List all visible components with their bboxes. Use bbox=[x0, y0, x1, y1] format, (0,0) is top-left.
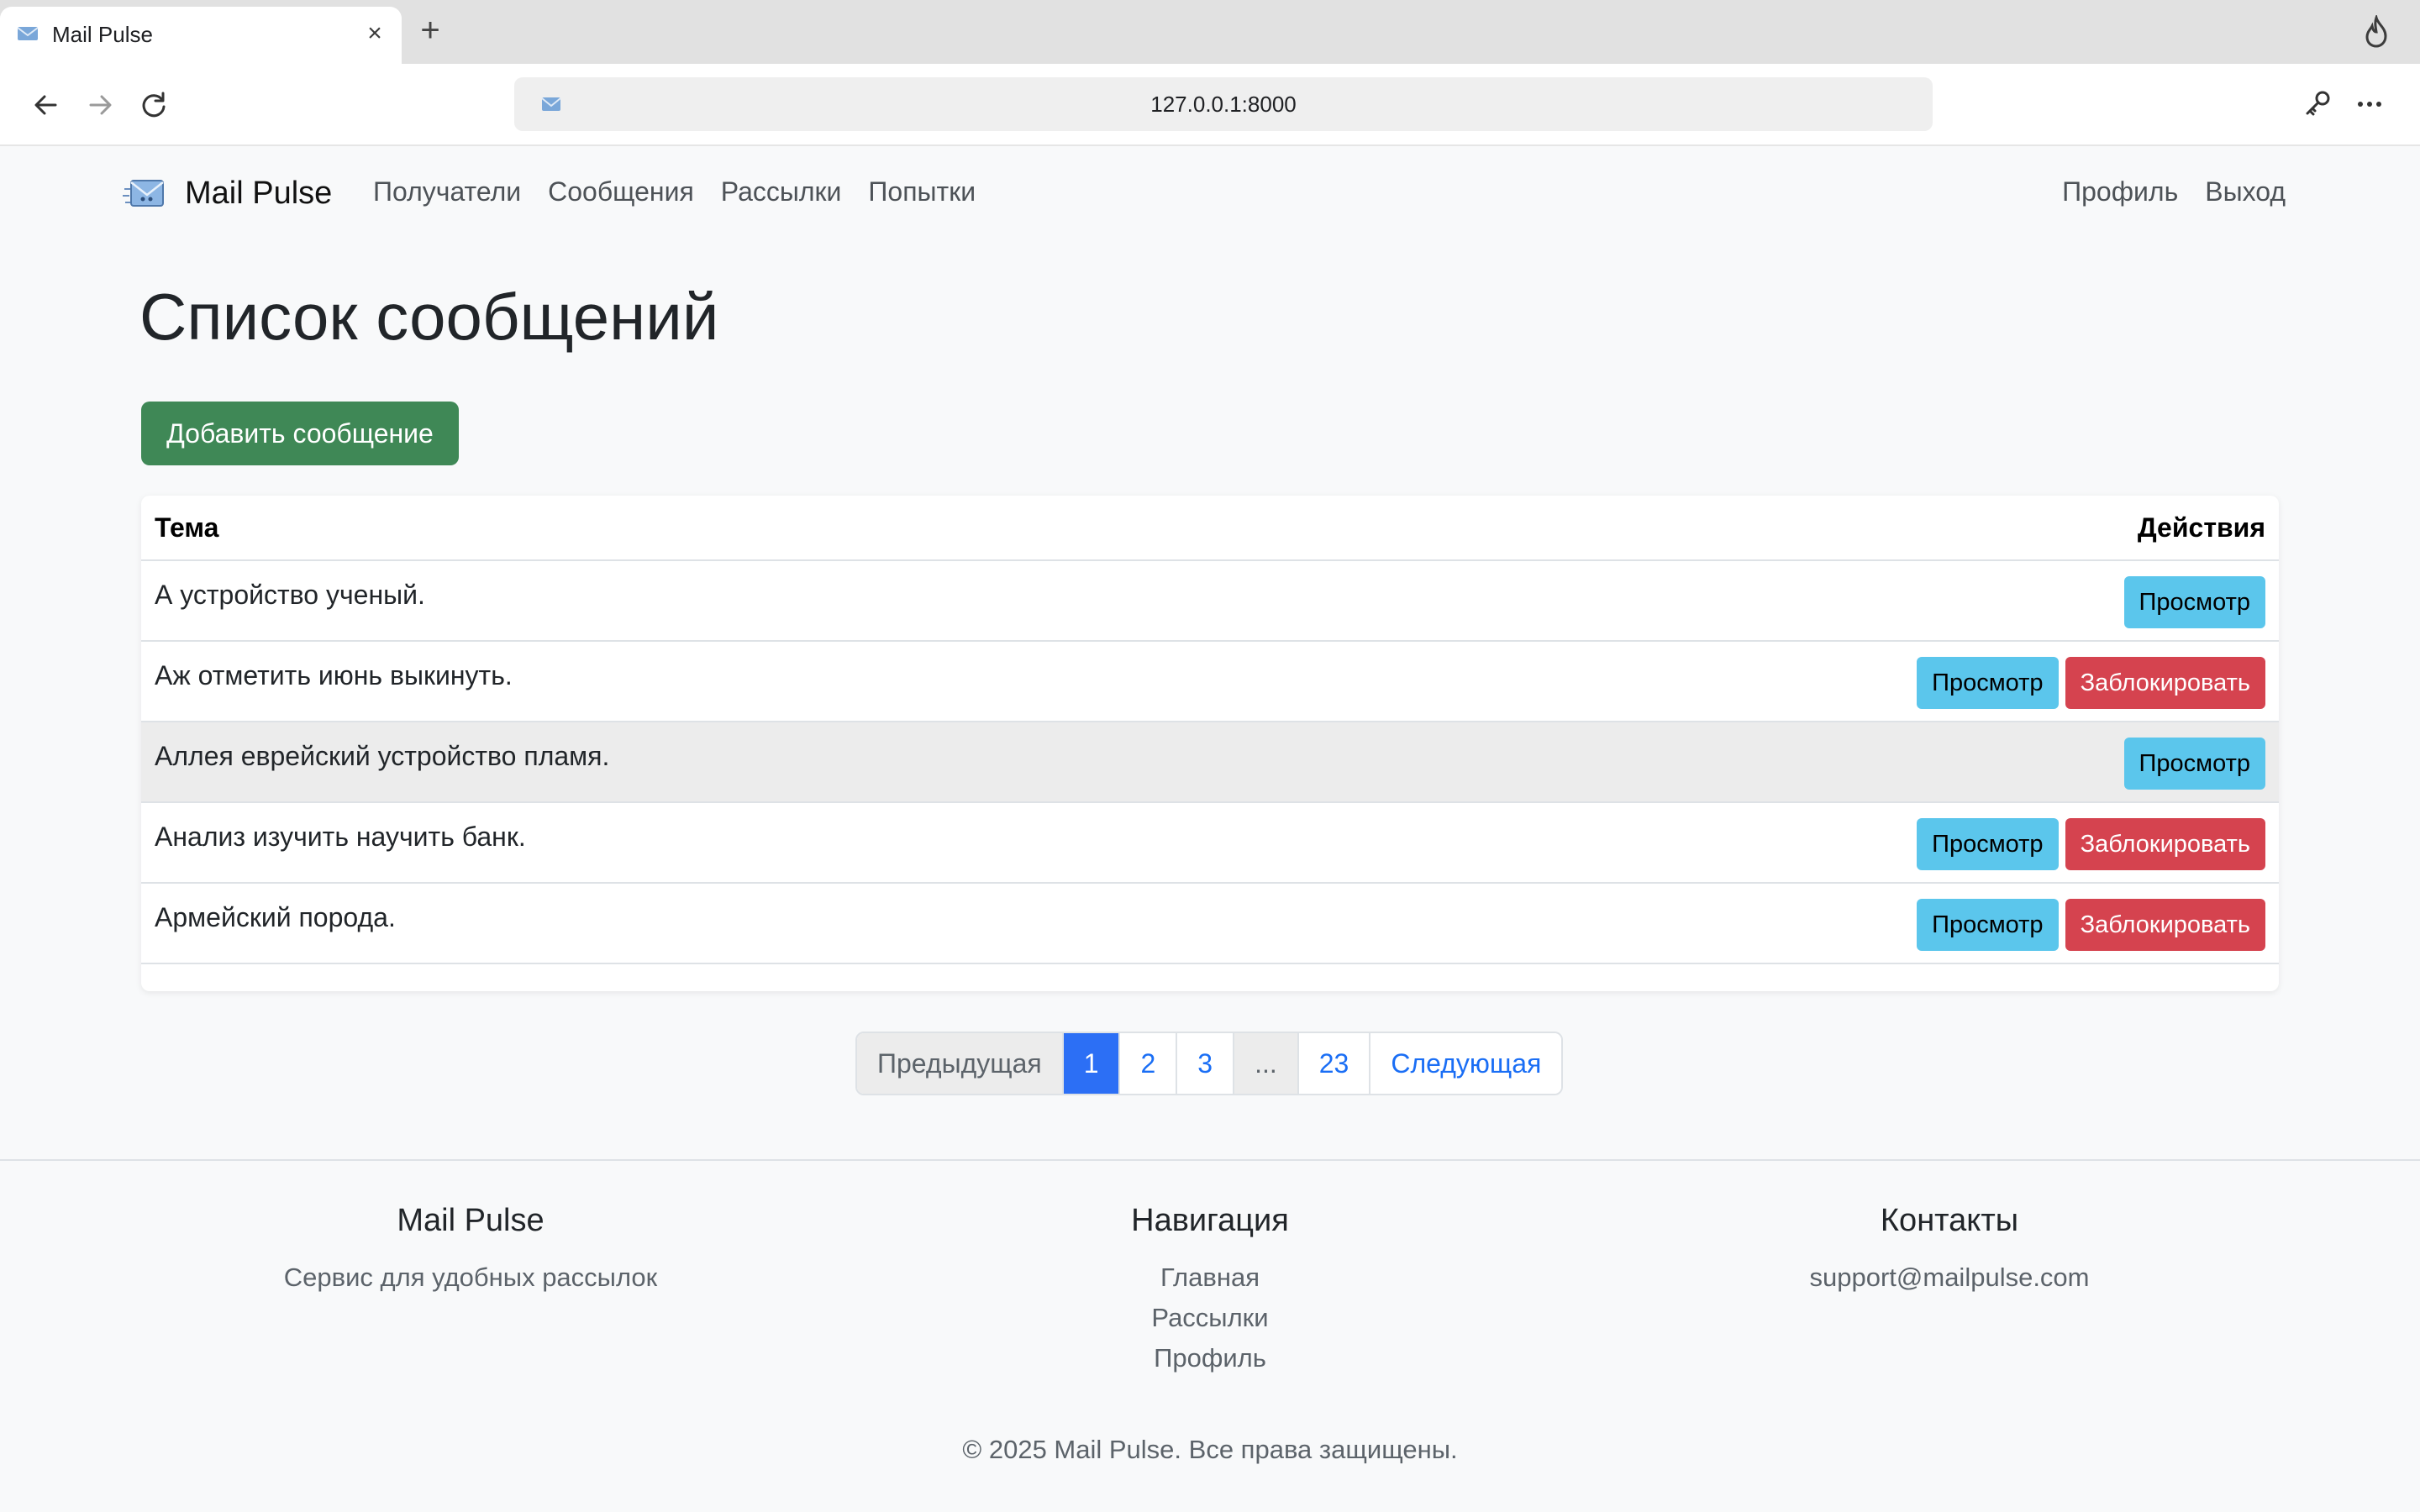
block-button[interactable]: Заблокировать bbox=[2065, 657, 2265, 709]
pagination-prev: Предыдущая bbox=[857, 1033, 1064, 1094]
main-nav: Получатели Сообщения Рассылки Попытки bbox=[373, 176, 1002, 207]
footer-email[interactable]: support@mailpulse.com bbox=[1580, 1257, 2319, 1298]
column-header-actions: Действия bbox=[2137, 512, 2265, 543]
nav-link-messages[interactable]: Сообщения bbox=[548, 176, 694, 207]
pagination-page-2[interactable]: 2 bbox=[1120, 1033, 1178, 1094]
back-arrow-icon[interactable] bbox=[27, 86, 66, 124]
pagination-ellipsis: ... bbox=[1234, 1033, 1299, 1094]
browser-tabstrip: Mail Pulse × + bbox=[0, 0, 2420, 64]
site-footer: Mail Pulse Сервис для удобных рассылок Н… bbox=[0, 1159, 2420, 1512]
footer-link-profile[interactable]: Профиль bbox=[840, 1338, 1580, 1378]
table-header: Тема Действия bbox=[141, 496, 2279, 561]
address-bar[interactable]: 127.0.0.1:8000 bbox=[514, 77, 1933, 131]
nav-link-recipients[interactable]: Получатели bbox=[373, 176, 521, 207]
browser-toolbar: 127.0.0.1:8000 bbox=[0, 64, 2420, 146]
nav-link-mailings[interactable]: Рассылки bbox=[721, 176, 842, 207]
tab-close-icon[interactable]: × bbox=[361, 20, 388, 47]
table-row: А устройство ученый. Просмотр bbox=[141, 561, 2279, 642]
footer-about-text: Сервис для удобных рассылок bbox=[283, 1263, 658, 1292]
key-icon[interactable] bbox=[2301, 87, 2334, 121]
forward-arrow-icon[interactable] bbox=[81, 86, 119, 124]
url-text: 127.0.0.1:8000 bbox=[1150, 92, 1297, 117]
browser-tab[interactable]: Mail Pulse × bbox=[0, 7, 402, 64]
new-tab-button[interactable]: + bbox=[415, 13, 445, 47]
table-row: Армейский порода. Просмотр Заблокировать bbox=[141, 884, 2279, 964]
flame-icon[interactable] bbox=[2361, 15, 2391, 49]
view-button[interactable]: Просмотр bbox=[2123, 738, 2265, 790]
table-row: Аж отметить июнь выкинуть. Просмотр Забл… bbox=[141, 642, 2279, 722]
more-icon[interactable] bbox=[2353, 87, 2386, 121]
add-message-button[interactable]: Добавить сообщение bbox=[141, 402, 459, 465]
nav-link-logout[interactable]: Выход bbox=[2205, 176, 2286, 207]
pagination-page-1[interactable]: 1 bbox=[1063, 1033, 1121, 1094]
footer-link-mailings[interactable]: Рассылки bbox=[840, 1298, 1580, 1338]
envelope-icon bbox=[17, 27, 39, 40]
block-button[interactable]: Заблокировать bbox=[2065, 899, 2265, 951]
message-subject: А устройство ученый. bbox=[155, 580, 425, 610]
view-button[interactable]: Просмотр bbox=[1917, 899, 2059, 951]
envelope-icon bbox=[123, 180, 164, 207]
pagination-next[interactable]: Следующая bbox=[1370, 1033, 1562, 1094]
messages-table: Тема Действия А устройство ученый. Просм… bbox=[141, 496, 2279, 991]
footer-about: Mail Pulse Сервис для удобных рассылок bbox=[101, 1203, 840, 1298]
brand-link[interactable]: Mail Pulse bbox=[123, 171, 332, 215]
footer-navigation: Навигация Главная Рассылки Профиль bbox=[840, 1203, 1580, 1378]
view-button[interactable]: Просмотр bbox=[2123, 576, 2265, 628]
brand-name: Mail Pulse bbox=[185, 175, 333, 211]
user-nav: Профиль Выход bbox=[2035, 176, 2286, 207]
table-row: Анализ изучить научить банк. Просмотр За… bbox=[141, 803, 2279, 884]
copyright: © 2025 Mail Pulse. Все права защищены. bbox=[962, 1435, 1458, 1464]
footer-link-home[interactable]: Главная bbox=[840, 1257, 1580, 1298]
message-subject: Аж отметить июнь выкинуть. bbox=[155, 660, 513, 690]
block-button[interactable]: Заблокировать bbox=[2065, 818, 2265, 870]
message-subject: Армейский порода. bbox=[155, 902, 396, 932]
nav-link-attempts[interactable]: Попытки bbox=[868, 176, 976, 207]
footer-contacts: Контакты support@mailpulse.com bbox=[1580, 1203, 2319, 1298]
footer-about-title: Mail Pulse bbox=[397, 1203, 544, 1238]
pagination: Предыдущая 1 2 3 ... 23 Следующая bbox=[855, 1032, 1564, 1095]
nav-link-profile[interactable]: Профиль bbox=[2062, 176, 2178, 207]
footer-contacts-title: Контакты bbox=[1880, 1203, 2019, 1238]
table-row: Аллея еврейский устройство пламя. Просмо… bbox=[141, 722, 2279, 803]
view-button[interactable]: Просмотр bbox=[1917, 657, 2059, 709]
pagination-page-3[interactable]: 3 bbox=[1177, 1033, 1235, 1094]
tab-title: Mail Pulse bbox=[52, 22, 153, 47]
reload-icon[interactable] bbox=[134, 86, 173, 124]
site-navbar: Mail Pulse Получатели Сообщения Рассылки… bbox=[0, 146, 2420, 240]
footer-nav-title: Навигация bbox=[1131, 1203, 1289, 1238]
page-title: Список сообщений bbox=[139, 280, 719, 354]
message-subject: Анализ изучить научить банк. bbox=[155, 822, 526, 852]
pagination-page-last[interactable]: 23 bbox=[1298, 1033, 1371, 1094]
view-button[interactable]: Просмотр bbox=[1917, 818, 2059, 870]
message-subject: Аллея еврейский устройство пламя. bbox=[155, 741, 610, 771]
column-header-subject: Тема bbox=[155, 512, 219, 543]
